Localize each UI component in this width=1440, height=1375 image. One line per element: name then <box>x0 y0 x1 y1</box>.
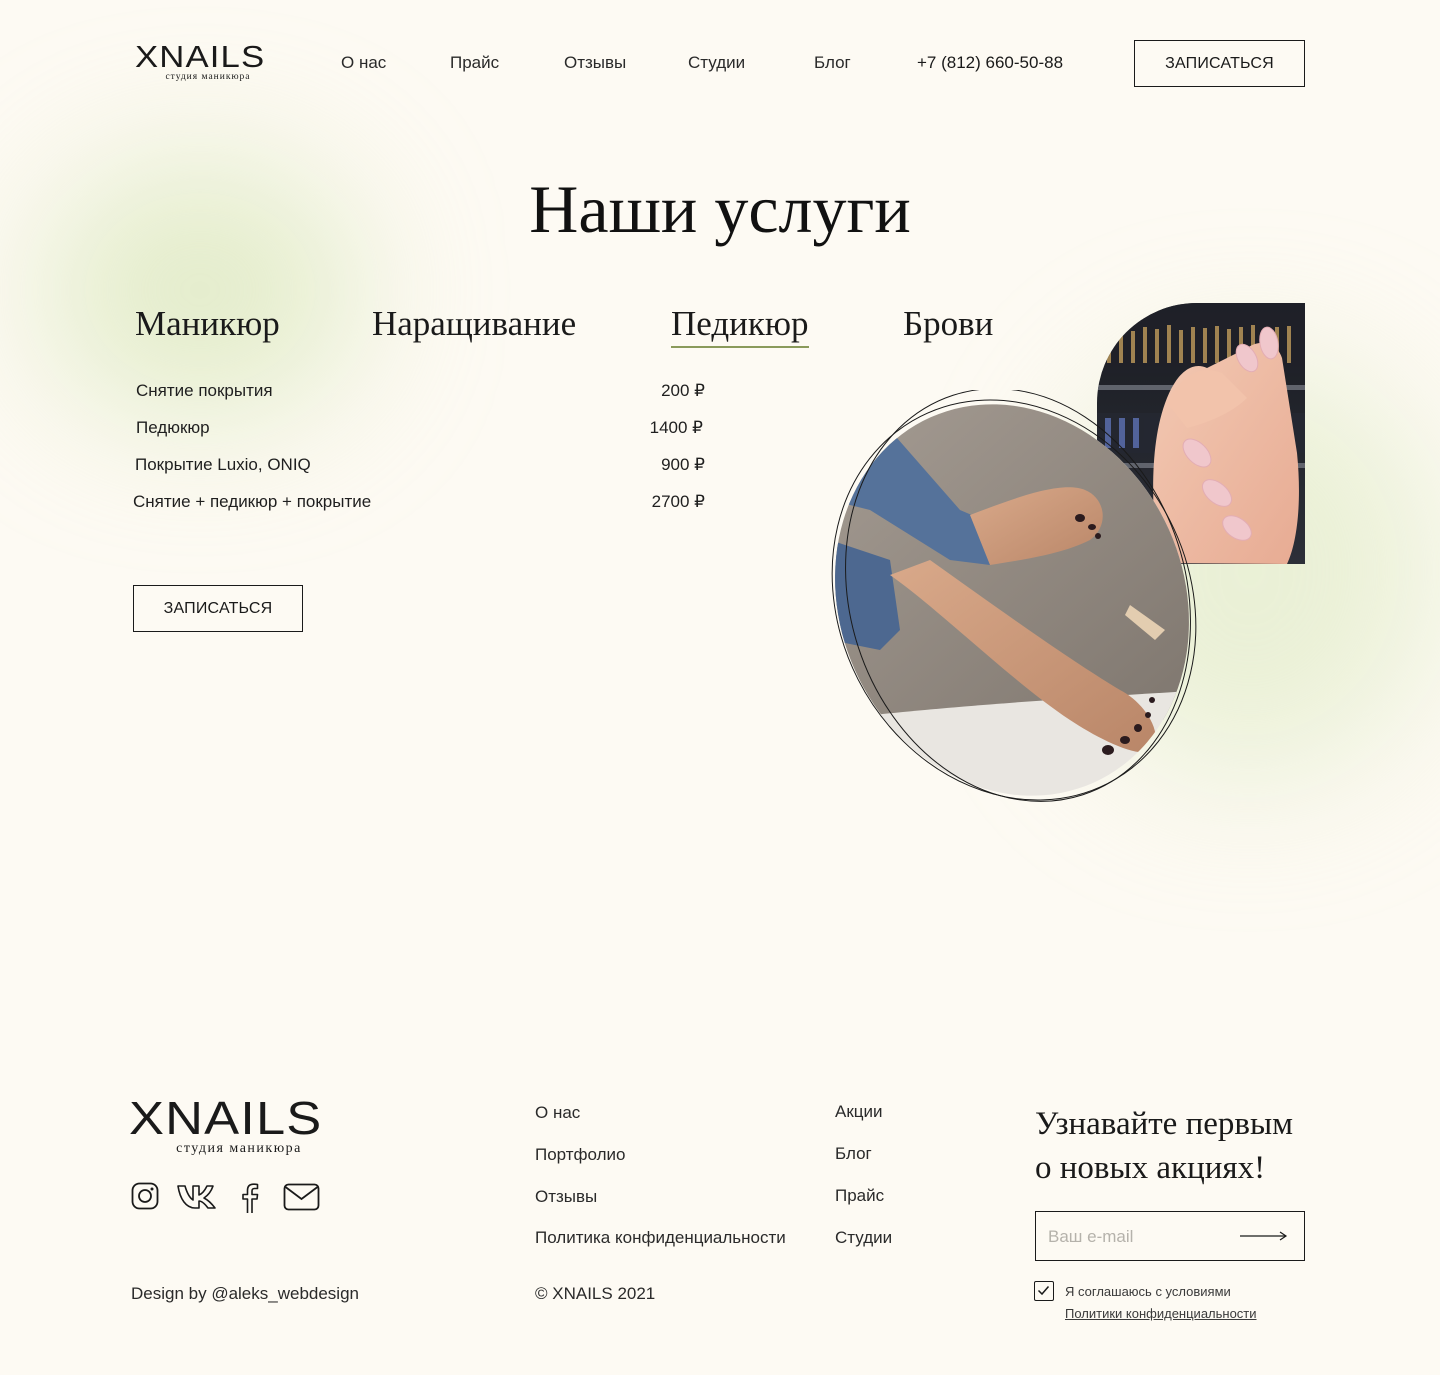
footer-logo-wordmark: XNAILS <box>129 1092 323 1144</box>
header-logo[interactable]: XNAILS студия маникюра <box>135 41 281 82</box>
agree-text: Я соглашаюсь с условиями <box>1065 1284 1231 1299</box>
copyright: © XNAILS 2021 <box>535 1284 656 1303</box>
privacy-policy-link[interactable]: Политики конфиденциальности <box>1065 1306 1257 1321</box>
price-item-value: 2700 ₽ <box>651 492 705 511</box>
price-item-value: 900 ₽ <box>661 455 705 474</box>
price-row: Педюкюр 1400 ₽ <box>0 418 705 442</box>
footer-link-portfolio[interactable]: Портфолио <box>535 1145 625 1165</box>
pedicure-photo-image <box>830 388 1210 820</box>
price-row: Снятие покрытия 200 ₽ <box>0 381 705 405</box>
price-row: Покрытие Luxio, ONIQ 900 ₽ <box>0 455 705 479</box>
logo-wordmark: XNAILS <box>135 39 266 74</box>
subscribe-title-line2: о новых акциях! <box>1035 1150 1266 1186</box>
price-item-name: Снятие + педикюр + покрытие <box>133 492 372 511</box>
email-field[interactable] <box>1048 1224 1238 1250</box>
footer-link-about[interactable]: О нас <box>535 1103 580 1123</box>
price-item-value: 200 ₽ <box>661 381 705 400</box>
tab-brows[interactable]: Брови <box>903 304 993 346</box>
subscribe-form <box>1035 1211 1305 1261</box>
pedicure-photo <box>830 388 1210 820</box>
footer-link-reviews[interactable]: Отзывы <box>535 1187 597 1207</box>
price-item-name: Покрытие Luxio, ONIQ <box>135 455 311 474</box>
footer-link-privacy[interactable]: Политика конфиденциальности <box>535 1228 786 1248</box>
price-item-name: Снятие покрытия <box>136 381 273 400</box>
submit-arrow-icon[interactable] <box>1240 1229 1288 1248</box>
instagram-icon[interactable] <box>131 1182 159 1215</box>
nav-link-price[interactable]: Прайс <box>450 53 499 73</box>
footer-logo[interactable]: XNAILS студия маникюра <box>129 1095 349 1157</box>
header-phone[interactable]: +7 (812) 660-50-88 <box>917 53 1063 73</box>
nav-link-studios[interactable]: Студии <box>688 53 745 73</box>
price-item-value: 1400 ₽ <box>649 418 703 437</box>
page-title: Наши услуги <box>529 171 911 247</box>
design-credit: Design by @aleks_webdesign <box>131 1284 359 1303</box>
agree-checkbox[interactable] <box>1034 1281 1054 1301</box>
nav-link-about[interactable]: О нас <box>341 53 386 73</box>
footer-link-promotions[interactable]: Акции <box>835 1102 883 1122</box>
footer-link-blog[interactable]: Блог <box>835 1144 872 1164</box>
price-item-name: Педюкюр <box>136 418 210 437</box>
facebook-icon[interactable] <box>240 1182 260 1219</box>
nav-link-reviews[interactable]: Отзывы <box>564 53 626 73</box>
header-book-button[interactable]: ЗАПИСАТЬСЯ <box>1134 40 1305 87</box>
tab-extension[interactable]: Наращивание <box>372 304 576 346</box>
vk-icon[interactable] <box>176 1182 218 1215</box>
tab-pedicure[interactable]: Педикюр <box>671 304 809 348</box>
book-button[interactable]: ЗАПИСАТЬСЯ <box>133 585 303 632</box>
nav-link-blog[interactable]: Блог <box>814 53 851 73</box>
check-icon <box>1037 1286 1050 1296</box>
price-row: Снятие + педикюр + покрытие 2700 ₽ <box>0 492 705 516</box>
footer-link-studios[interactable]: Студии <box>835 1228 892 1248</box>
site-header: XNAILS студия маникюра О нас Прайс Отзыв… <box>0 0 1440 130</box>
tab-manicure[interactable]: Маникюр <box>135 304 280 346</box>
subscribe-title-line1: Узнавайте первым <box>1035 1106 1294 1142</box>
footer-link-price[interactable]: Прайс <box>835 1186 884 1206</box>
subscribe-title: Узнавайте первым о новых акциях! <box>1035 1102 1335 1190</box>
mail-icon[interactable] <box>283 1182 320 1217</box>
